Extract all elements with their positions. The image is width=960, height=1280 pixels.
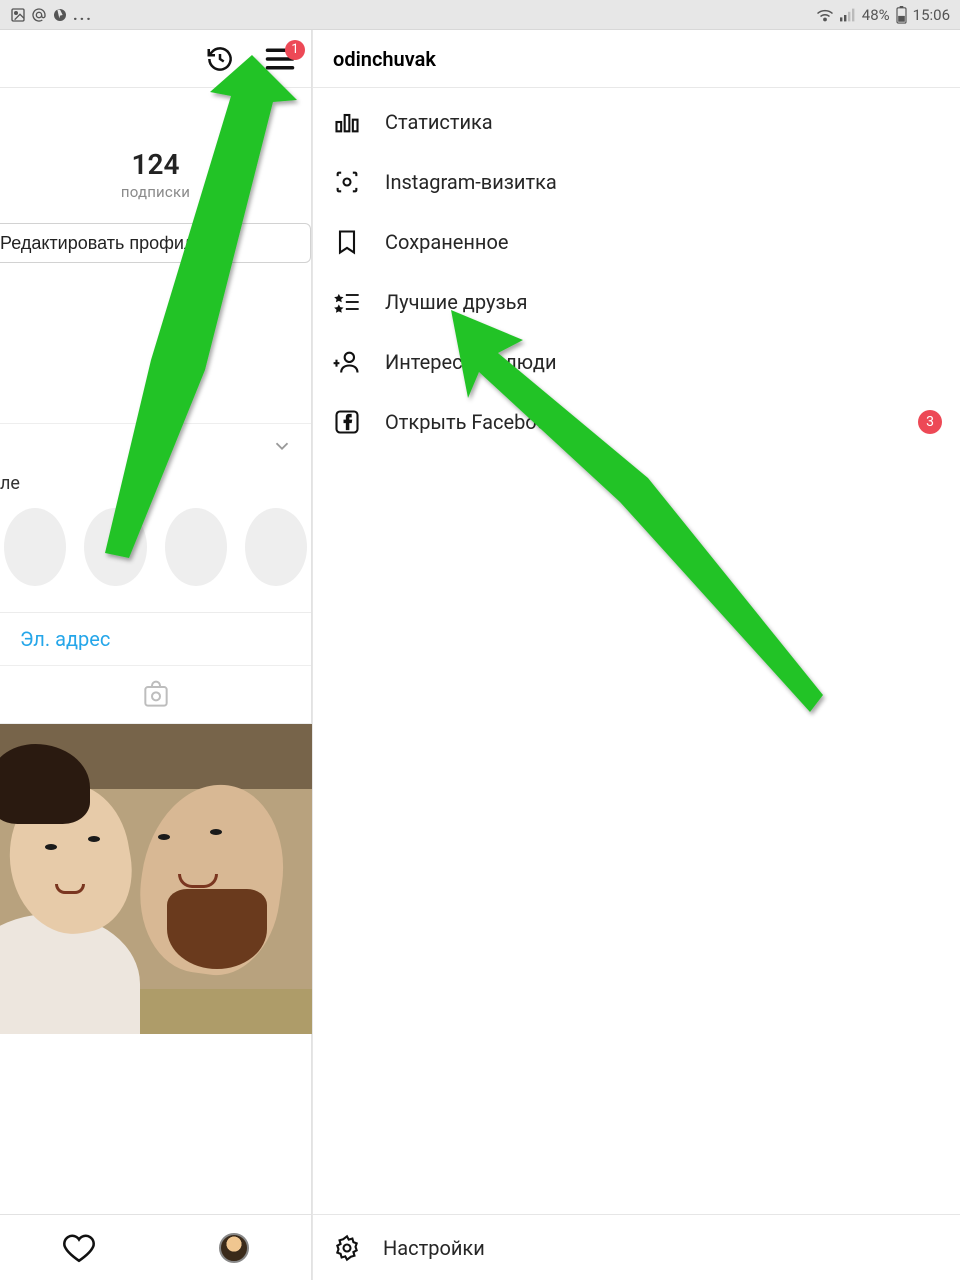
story-highlights [0,502,311,612]
battery-pct: 48% [862,6,890,24]
menu-saved[interactable]: Сохраненное [313,212,960,272]
menu-nametag[interactable]: Instagram-визитка [313,152,960,212]
facebook-icon [333,408,361,436]
nametag-icon [333,168,361,196]
more-icon: ... [73,5,93,24]
menu-close-friends[interactable]: Лучшие друзья [313,272,960,332]
at-icon [31,7,47,23]
menu-label: Открыть Facebook [385,410,558,434]
highlight-placeholder[interactable] [245,508,307,586]
menu-discover-people[interactable]: Интересные люди [313,332,960,392]
bar-chart-icon [333,108,361,136]
highlight-placeholder[interactable] [84,508,146,586]
tab-email[interactable]: Эл. адрес [20,627,110,651]
clock: 15:06 [913,6,950,24]
location-icon [52,7,68,23]
stat-number: 124 [0,148,311,181]
bookmark-icon [333,228,361,256]
status-bar: ... 48% 15:06 [0,0,960,30]
profile-avatar[interactable] [219,1233,249,1263]
edit-profile-button[interactable]: Редактировать профиль [0,223,311,263]
menu-open-facebook[interactable]: Открыть Facebook 3 [313,392,960,452]
picture-icon [10,7,26,23]
menu-label: Сохраненное [385,230,508,254]
tab-tagged[interactable] [0,666,311,724]
menu-settings[interactable]: Настройки [313,1214,960,1280]
bottom-nav [0,1214,311,1280]
expand-highlights[interactable] [0,423,311,467]
battery-icon [896,6,907,24]
tagged-icon [140,679,172,711]
contact-tab-row: Эл. адрес [0,613,311,666]
archive-icon[interactable] [205,44,235,74]
add-person-icon [333,348,361,376]
post-thumbnail[interactable] [0,724,312,1034]
close-friends-icon [333,288,361,316]
highlight-placeholder[interactable] [165,508,227,586]
follow-stat[interactable]: 124 подписки [0,148,311,201]
menu-label: Статистика [385,110,493,134]
menu-badge: 1 [285,40,305,60]
menu-label: Лучшие друзья [385,290,527,314]
facebook-badge: 3 [918,410,942,434]
profile-top-bar: 1 [0,30,311,88]
chevron-down-icon [271,435,293,457]
stat-label: подписки [0,183,311,201]
settings-label: Настройки [383,1236,485,1260]
highlights-hint: ле [0,467,311,502]
activity-heart-icon[interactable] [62,1231,96,1265]
gear-icon [333,1234,361,1262]
menu-label: Instagram-визитка [385,170,557,194]
profile-screen: 1 124 подписки Редактировать профиль ле … [0,30,312,1280]
wifi-icon [816,8,834,22]
highlight-placeholder[interactable] [4,508,66,586]
hamburger-menu-icon[interactable]: 1 [265,46,295,72]
menu-label: Интересные люди [385,350,557,374]
drawer-username: odinchuvak [313,30,960,88]
side-drawer: odinchuvak Статистика Instagram-визитка … [312,30,960,1280]
signal-icon [840,8,856,22]
menu-statistics[interactable]: Статистика [313,92,960,152]
